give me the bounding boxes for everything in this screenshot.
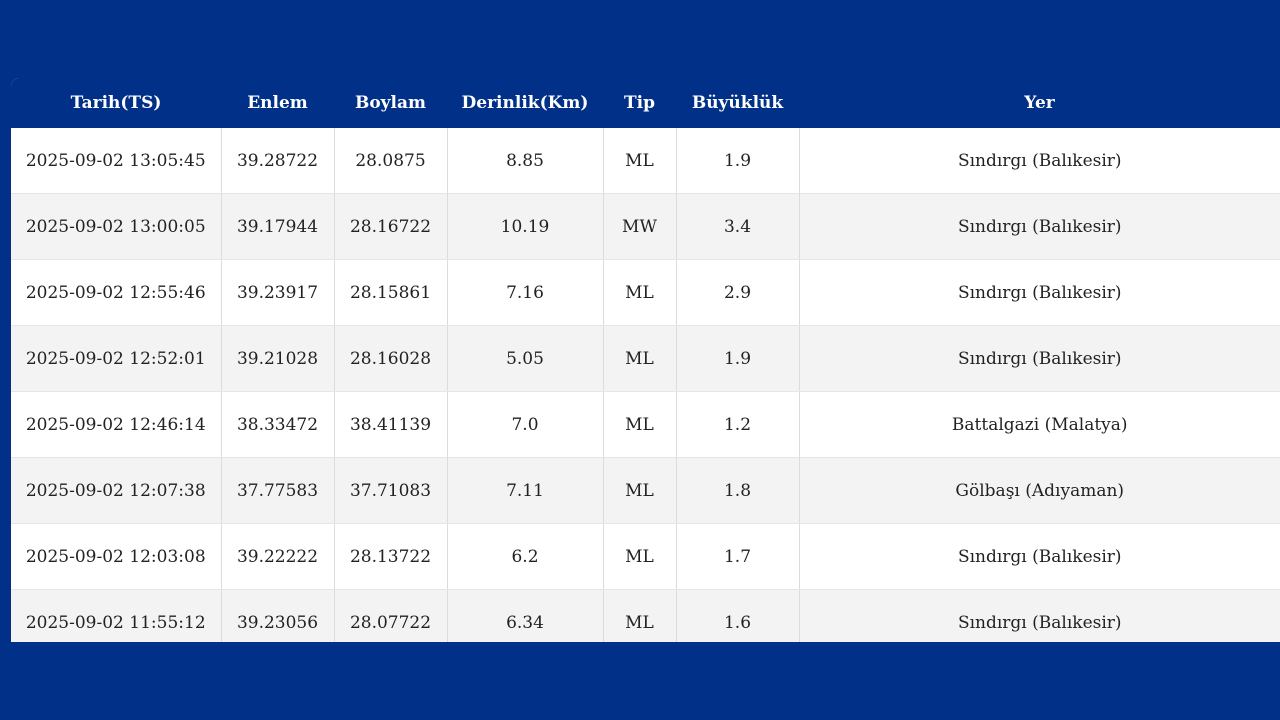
cell-longitude: 28.16028: [334, 325, 448, 392]
cell-longitude: 28.13722: [334, 523, 448, 590]
cell-date: 2025-09-02 11:55:12: [11, 589, 222, 642]
cell-magnitude: 1.2: [676, 391, 800, 458]
cell-longitude: 28.15861: [334, 259, 448, 326]
table-row[interactable]: 2025-09-02 12:55:46 39.23917 28.15861 7.…: [11, 259, 1280, 326]
cell-location: Sındırgı (Balıkesir): [799, 128, 1280, 194]
column-header-type[interactable]: Tip: [603, 78, 676, 128]
screenshot-frame: Tarih(TS) Enlem Boylam Derinlik(Km) Tip …: [0, 0, 1280, 720]
cell-longitude: 28.0875: [334, 128, 448, 194]
cell-latitude: 39.17944: [221, 193, 335, 260]
earthquake-table: Tarih(TS) Enlem Boylam Derinlik(Km) Tip …: [11, 78, 1280, 642]
cell-location: Sındırgı (Balıkesir): [799, 523, 1280, 590]
table-row[interactable]: 2025-09-02 13:05:45 39.28722 28.0875 8.8…: [11, 128, 1280, 194]
table-row[interactable]: 2025-09-02 12:46:14 38.33472 38.41139 7.…: [11, 391, 1280, 458]
cell-longitude: 38.41139: [334, 391, 448, 458]
cell-depth: 6.34: [447, 589, 604, 642]
cell-depth: 6.2: [447, 523, 604, 590]
cell-type: ML: [603, 589, 677, 642]
table-row[interactable]: 2025-09-02 12:07:38 37.77583 37.71083 7.…: [11, 457, 1280, 524]
cell-type: ML: [603, 391, 677, 458]
cell-type: MW: [603, 193, 677, 260]
table-header-row: Tarih(TS) Enlem Boylam Derinlik(Km) Tip …: [11, 78, 1280, 128]
cell-longitude: 28.16722: [334, 193, 448, 260]
cell-date: 2025-09-02 12:07:38: [11, 457, 222, 524]
cell-magnitude: 1.8: [676, 457, 800, 524]
cell-location: Battalgazi (Malatya): [799, 391, 1280, 458]
cell-depth: 10.19: [447, 193, 604, 260]
cell-magnitude: 1.9: [676, 325, 800, 392]
column-header-magnitude[interactable]: Büyüklük: [676, 78, 799, 128]
cell-date: 2025-09-02 12:03:08: [11, 523, 222, 590]
column-header-longitude[interactable]: Boylam: [334, 78, 447, 128]
cell-magnitude: 1.6: [676, 589, 800, 642]
cell-latitude: 37.77583: [221, 457, 335, 524]
cell-location: Sındırgı (Balıkesir): [799, 259, 1280, 326]
column-header-date[interactable]: Tarih(TS): [11, 78, 221, 128]
cell-longitude: 28.07722: [334, 589, 448, 642]
cell-date: 2025-09-02 13:05:45: [11, 128, 222, 194]
table-row[interactable]: 2025-09-02 12:03:08 39.22222 28.13722 6.…: [11, 523, 1280, 590]
cell-location: Sındırgı (Balıkesir): [799, 325, 1280, 392]
cell-latitude: 38.33472: [221, 391, 335, 458]
cell-type: ML: [603, 325, 677, 392]
cell-depth: 7.16: [447, 259, 604, 326]
column-header-depth[interactable]: Derinlik(Km): [447, 78, 603, 128]
cell-depth: 7.0: [447, 391, 604, 458]
table-row[interactable]: 2025-09-02 13:00:05 39.17944 28.16722 10…: [11, 193, 1280, 260]
column-header-location[interactable]: Yer: [799, 78, 1280, 128]
cell-latitude: 39.22222: [221, 523, 335, 590]
cell-type: ML: [603, 128, 677, 194]
cell-date: 2025-09-02 12:52:01: [11, 325, 222, 392]
cell-latitude: 39.21028: [221, 325, 335, 392]
cell-magnitude: 1.7: [676, 523, 800, 590]
cell-date: 2025-09-02 12:55:46: [11, 259, 222, 326]
cell-type: ML: [603, 259, 677, 326]
cell-depth: 8.85: [447, 128, 604, 194]
cell-type: ML: [603, 457, 677, 524]
cell-magnitude: 2.9: [676, 259, 800, 326]
earthquake-table-container: Tarih(TS) Enlem Boylam Derinlik(Km) Tip …: [11, 78, 1280, 642]
cell-latitude: 39.23917: [221, 259, 335, 326]
table-row[interactable]: 2025-09-02 11:55:12 39.23056 28.07722 6.…: [11, 589, 1280, 642]
cell-latitude: 39.28722: [221, 128, 335, 194]
cell-location: Sındırgı (Balıkesir): [799, 193, 1280, 260]
cell-location: Gölbaşı (Adıyaman): [799, 457, 1280, 524]
column-header-latitude[interactable]: Enlem: [221, 78, 334, 128]
cell-location: Sındırgı (Balıkesir): [799, 589, 1280, 642]
cell-longitude: 37.71083: [334, 457, 448, 524]
cell-depth: 7.11: [447, 457, 604, 524]
cell-date: 2025-09-02 12:46:14: [11, 391, 222, 458]
top-banner: [0, 0, 1280, 78]
cell-magnitude: 1.9: [676, 128, 800, 194]
cell-date: 2025-09-02 13:00:05: [11, 193, 222, 260]
bottom-banner: [0, 642, 1280, 720]
cell-magnitude: 3.4: [676, 193, 800, 260]
cell-type: ML: [603, 523, 677, 590]
cell-depth: 5.05: [447, 325, 604, 392]
table-row[interactable]: 2025-09-02 12:52:01 39.21028 28.16028 5.…: [11, 325, 1280, 392]
cell-latitude: 39.23056: [221, 589, 335, 642]
